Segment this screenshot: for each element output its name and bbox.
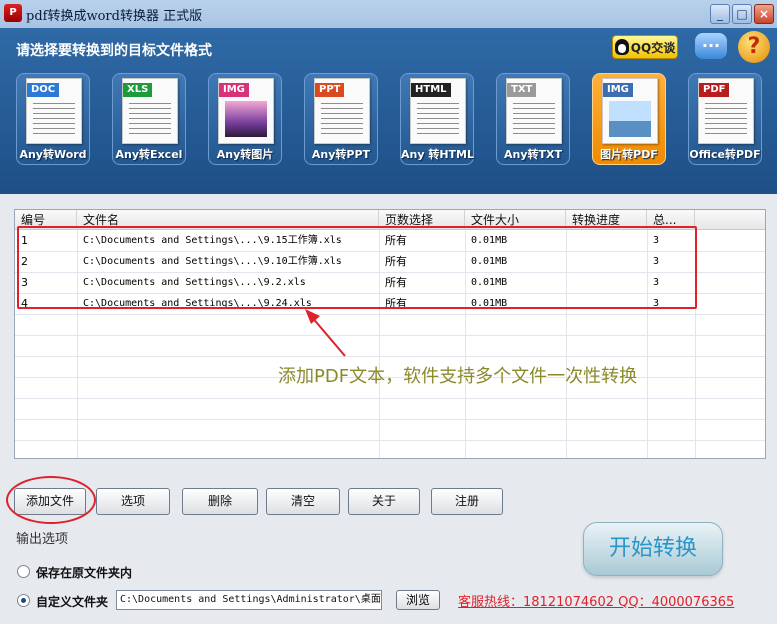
annotation-arrow [305, 309, 346, 357]
format-tag: IMG [603, 83, 633, 97]
support-hotline[interactable]: 客服热线：18121074602 QQ：4000076365 [458, 591, 734, 610]
text-lines-icon [321, 103, 363, 137]
format-tile-label: 图片转PDF [600, 148, 658, 161]
qq-chat-label: QQ交谈 [630, 40, 676, 55]
text-lines-icon [33, 103, 75, 137]
output-path-input[interactable]: C:\Documents and Settings\Administrator\… [116, 590, 382, 610]
output-options-label: 输出选项 [16, 532, 69, 547]
help-icon[interactable]: ? [738, 31, 770, 63]
clear-button[interactable]: 清空 [266, 488, 340, 515]
format-tile-label: Office转PDF [689, 148, 761, 161]
picture-icon [225, 101, 267, 137]
chat-bubble-icon[interactable]: ... [695, 33, 727, 59]
close-button[interactable]: × [754, 4, 774, 24]
window-title: pdf转换成word转换器 正式版 [26, 9, 203, 24]
about-button[interactable]: 关于 [348, 488, 420, 515]
format-tile-5[interactable]: TXT Any转TXT [496, 73, 570, 165]
format-tile-label: Any转图片 [216, 148, 274, 161]
file-table[interactable]: 编号 文件名 页数选择 文件大小 转换进度 总... 1 C:\Documents… [14, 209, 766, 459]
format-tile-1[interactable]: XLS Any转Excel [112, 73, 186, 165]
format-tile-2[interactable]: IMG Any转图片 [208, 73, 282, 165]
format-tile-3[interactable]: PPT Any转PPT [304, 73, 378, 165]
options-button[interactable]: 选项 [96, 488, 170, 515]
delete-button[interactable]: 删除 [182, 488, 258, 515]
radio-same-folder[interactable] [17, 565, 30, 578]
title-bar: P pdf转换成word转换器 正式版 _ □ × [0, 0, 777, 28]
document-icon: HTML [410, 78, 466, 144]
format-tile-0[interactable]: DOC Any转Word [16, 73, 90, 165]
format-tile-label: Any 转HTML [401, 148, 475, 161]
format-tile-label: Any转Excel [115, 148, 183, 161]
custom-folder-label[interactable]: 自定义文件夹 [36, 593, 108, 610]
format-tile-6[interactable]: IMG 图片转PDF [592, 73, 666, 165]
document-icon: XLS [122, 78, 178, 144]
same-folder-label[interactable]: 保存在原文件夹内 [36, 564, 132, 581]
format-tile-7[interactable]: PDF Office转PDF [688, 73, 762, 165]
format-tile-4[interactable]: HTML Any 转HTML [400, 73, 474, 165]
format-tile-label: Any转TXT [503, 148, 562, 161]
browse-button[interactable]: 浏览 [396, 590, 440, 610]
maximize-button[interactable]: □ [732, 4, 752, 24]
penguin-icon [614, 39, 629, 55]
format-tile-label: Any转PPT [311, 148, 371, 161]
format-tag: DOC [27, 83, 60, 97]
radio-custom-folder[interactable] [17, 594, 30, 607]
text-lines-icon [513, 103, 555, 137]
add-file-button[interactable]: 添加文件 [14, 488, 86, 515]
app-icon: P [4, 4, 22, 22]
text-lines-icon [129, 103, 171, 137]
format-instruction: 请选择要转换到的目标文件格式 [16, 43, 212, 59]
text-lines-icon [417, 103, 459, 137]
format-tag: PDF [699, 83, 730, 97]
document-icon: PDF [698, 78, 754, 144]
qq-chat-button[interactable]: QQ交谈 [612, 35, 678, 59]
format-tag: PPT [315, 83, 345, 97]
format-tag: HTML [411, 83, 451, 97]
format-tag: XLS [123, 83, 153, 97]
start-convert-button[interactable]: 开始转换 [583, 522, 723, 576]
format-header: 请选择要转换到的目标文件格式 QQ交谈 ... ? DOC Any转Word XLS… [0, 28, 777, 194]
annotation-note: 添加PDF文本，软件支持多个文件一次性转换 [278, 366, 638, 387]
format-tag: TXT [507, 83, 537, 97]
picture-icon [609, 101, 651, 137]
document-icon: IMG [602, 78, 658, 144]
document-icon: DOC [26, 78, 82, 144]
text-lines-icon [705, 103, 747, 137]
main-panel: 编号 文件名 页数选择 文件大小 转换进度 总... 1 C:\Documents… [0, 194, 777, 624]
document-icon: IMG [218, 78, 274, 144]
minimize-button[interactable]: _ [710, 4, 730, 24]
document-icon: PPT [314, 78, 370, 144]
format-tag: IMG [219, 83, 249, 97]
register-button[interactable]: 注册 [431, 488, 503, 515]
format-tile-label: Any转Word [19, 148, 87, 161]
document-icon: TXT [506, 78, 562, 144]
